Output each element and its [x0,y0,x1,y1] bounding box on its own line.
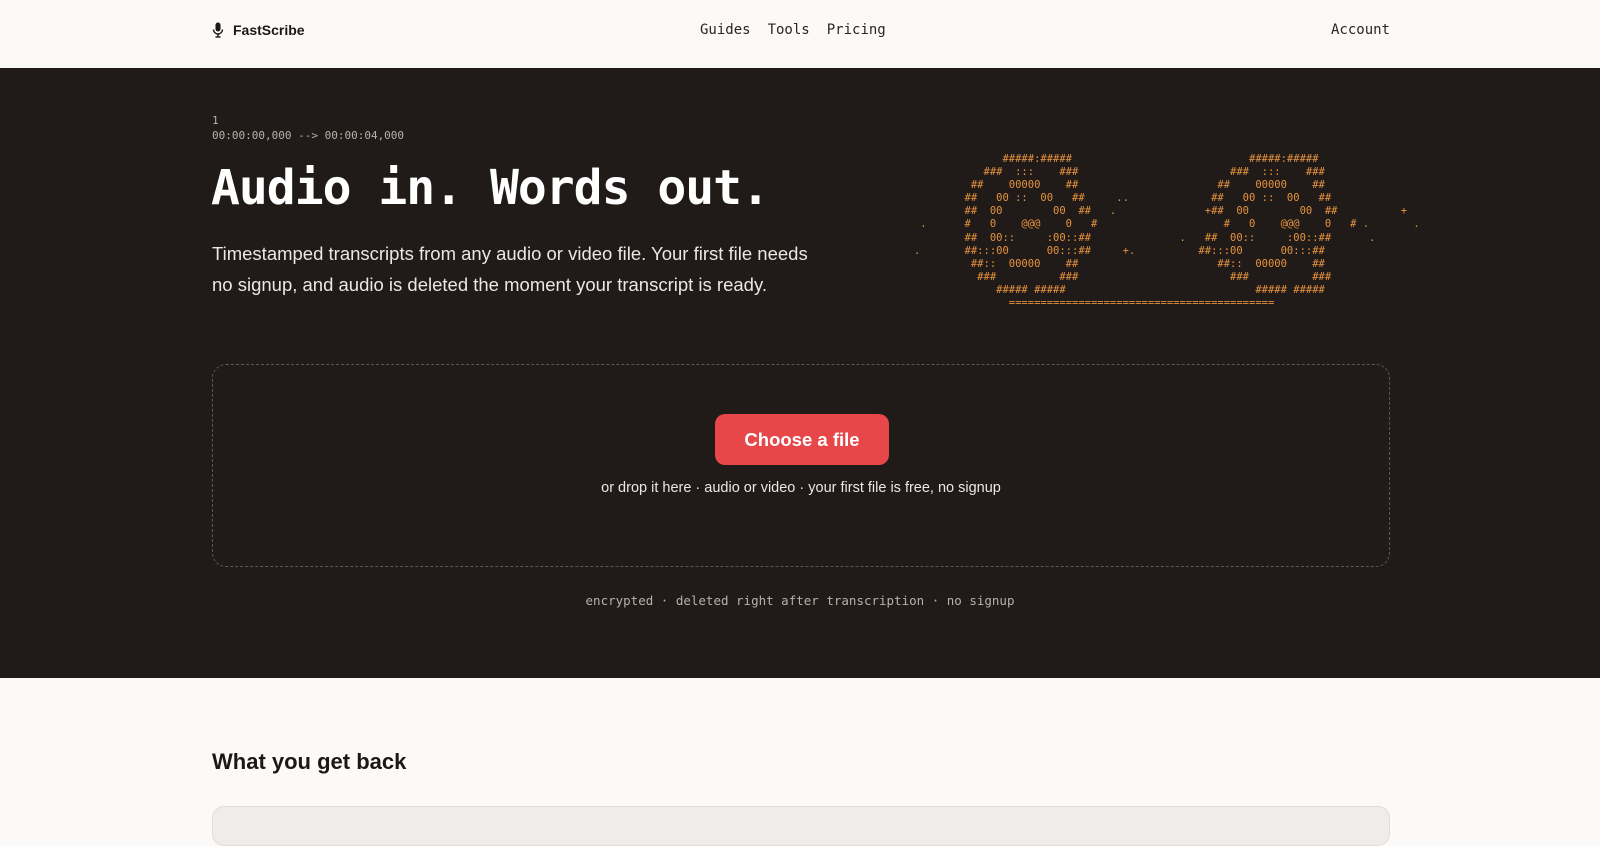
result-preview-card [212,806,1390,846]
top-navigation-bar: FastScribe Guides Tools Pricing Account [0,0,1600,68]
nav-pricing-link[interactable]: Pricing [827,22,886,38]
hero-headline: Audio in. Words out. [211,160,770,216]
ascii-cassette-illustration: #####:##### #####:##### ### ::: ### ### … [913,153,1420,310]
nav-tools-link[interactable]: Tools [768,22,810,38]
brand-name: FastScribe [233,22,305,38]
section-title: What you get back [212,749,407,774]
brand-logo[interactable]: FastScribe [212,22,305,38]
account-link[interactable]: Account [1331,22,1390,38]
hero-section: 1 00:00:00,000 --> 00:00:04,000 Audio in… [0,68,1600,678]
dropzone-hint: or drop it here · audio or video · your … [601,480,1001,496]
trust-line: encrypted · deleted right after transcri… [585,593,1015,608]
choose-file-button[interactable]: Choose a file [715,414,889,465]
hero-description: Timestamped transcripts from any audio o… [212,243,808,295]
subtitle-cue: 1 00:00:00,000 --> 00:00:04,000 [212,113,404,143]
cue-timestamp: 00:00:00,000 --> 00:00:04,000 [212,129,405,142]
nav-guides-link[interactable]: Guides [700,22,751,38]
file-dropzone[interactable]: Choose a file or drop it here · audio or… [212,364,1390,567]
microphone-icon [212,22,224,38]
main-nav: Guides Tools Pricing [700,22,886,38]
cue-index: 1 [212,114,219,127]
